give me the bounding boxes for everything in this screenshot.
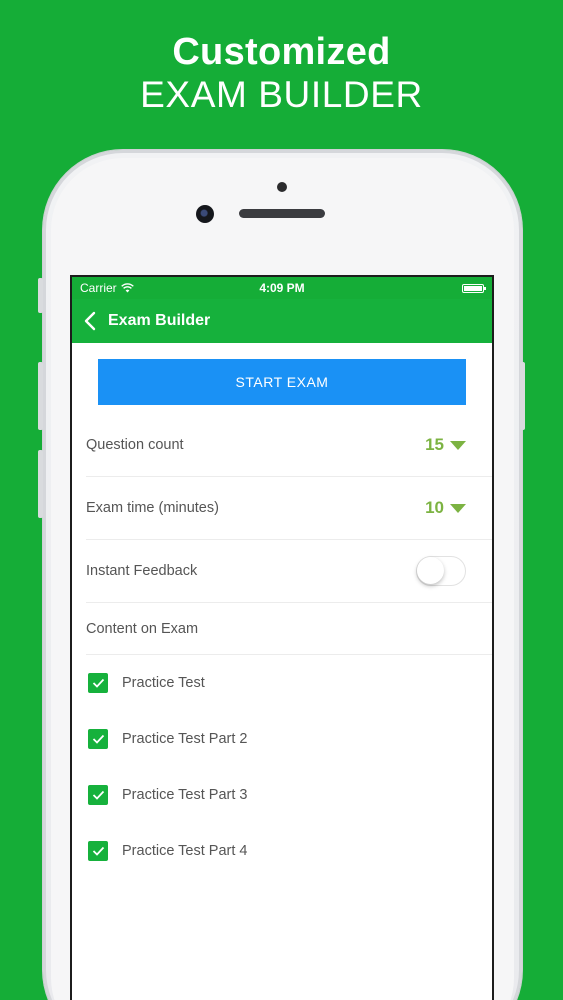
mute-switch: [38, 278, 43, 313]
page-title: Exam Builder: [108, 312, 211, 329]
exam-time-value: 10: [425, 498, 444, 517]
question-count-dropdown[interactable]: 15: [425, 435, 466, 455]
chevron-left-icon: [84, 311, 96, 331]
toggle-knob: [417, 557, 444, 584]
instant-feedback-row: Instant Feedback: [86, 540, 492, 603]
content-heading-row: Content on Exam: [86, 603, 492, 655]
list-item[interactable]: Practice Test Part 4: [88, 823, 492, 879]
exam-builder-content: START EXAM Question count 15 Exam time (…: [72, 343, 492, 879]
volume-down-button: [38, 450, 43, 518]
status-bar: Carrier 4:09 PM: [72, 277, 492, 299]
back-button[interactable]: [72, 299, 108, 343]
status-time: 4:09 PM: [259, 281, 305, 295]
volume-up-button: [38, 362, 43, 430]
content-heading: Content on Exam: [86, 620, 199, 637]
exam-time-row[interactable]: Exam time (minutes) 10: [86, 477, 492, 540]
question-count-label: Question count: [86, 437, 184, 453]
dropdown-arrow-icon: [450, 440, 466, 450]
instant-feedback-label: Instant Feedback: [86, 563, 198, 579]
checkmark-icon: [92, 790, 104, 800]
front-camera-icon: [196, 205, 214, 223]
checkmark-icon: [92, 846, 104, 856]
checkbox-checked[interactable]: [88, 785, 108, 805]
content-list: Practice Test Practice Test Part 2 Pract…: [72, 655, 492, 879]
exam-time-dropdown[interactable]: 10: [425, 498, 466, 518]
checkbox-checked[interactable]: [88, 841, 108, 861]
list-item[interactable]: Practice Test Part 3: [88, 767, 492, 823]
proximity-sensor: [277, 182, 287, 192]
list-item[interactable]: Practice Test: [88, 655, 492, 711]
list-item[interactable]: Practice Test Part 2: [88, 711, 492, 767]
promo-title-line2: EXAM BUILDER: [140, 74, 423, 115]
battery-icon: [462, 284, 486, 293]
power-button: [520, 362, 525, 430]
dropdown-arrow-icon: [450, 503, 466, 513]
checkbox-checked[interactable]: [88, 673, 108, 693]
phone-screen: Carrier 4:09 PM Exam Builder START EXAM …: [70, 275, 494, 1000]
checkmark-icon: [92, 734, 104, 744]
promo-header: Customized EXAM BUILDER: [0, 30, 563, 116]
instant-feedback-toggle[interactable]: [416, 556, 466, 586]
content-item-label: Practice Test: [122, 675, 205, 691]
checkmark-icon: [92, 678, 104, 688]
question-count-value: 15: [425, 435, 444, 454]
start-exam-button[interactable]: START EXAM: [98, 359, 466, 405]
exam-time-label: Exam time (minutes): [86, 500, 219, 516]
content-item-label: Practice Test Part 2: [122, 731, 248, 747]
promo-title-line1: Customized: [172, 31, 391, 73]
question-count-row[interactable]: Question count 15: [86, 414, 492, 477]
earpiece-speaker: [239, 209, 325, 218]
checkbox-checked[interactable]: [88, 729, 108, 749]
content-item-label: Practice Test Part 4: [122, 843, 248, 859]
navigation-bar: Exam Builder: [72, 299, 492, 343]
content-item-label: Practice Test Part 3: [122, 787, 248, 803]
